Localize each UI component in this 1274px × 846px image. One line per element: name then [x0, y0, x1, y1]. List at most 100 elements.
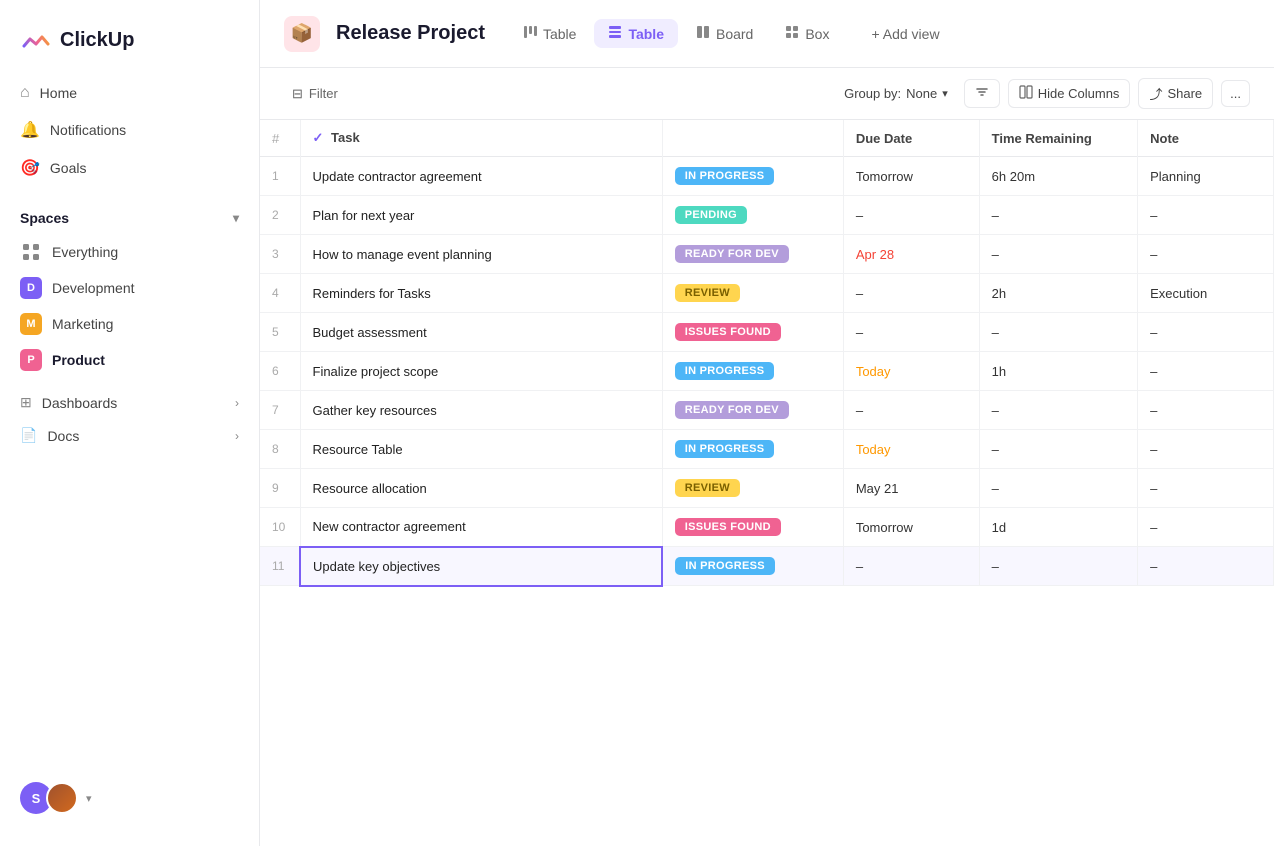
table-row[interactable]: 3 How to manage event planning READY FOR… [260, 235, 1274, 274]
cell-task[interactable]: Gather key resources [300, 391, 662, 430]
development-avatar: D [20, 277, 42, 299]
main-content: 📦 Release Project Table Table Board [260, 0, 1274, 846]
cell-num: 7 [260, 391, 300, 430]
sidebar-item-home[interactable]: ⌂ Home [8, 76, 251, 110]
cell-due: Tomorrow [843, 157, 979, 196]
cell-task[interactable]: Resource Table [300, 430, 662, 469]
cell-num: 1 [260, 157, 300, 196]
cell-task[interactable]: Budget assessment [300, 313, 662, 352]
cell-time: – [979, 391, 1137, 430]
product-avatar: P [20, 349, 42, 371]
tab-table[interactable]: Table [594, 19, 678, 48]
cell-task[interactable]: Plan for next year [300, 196, 662, 235]
filter-icon: ⊟ [292, 86, 303, 102]
col-time-remaining[interactable]: Time Remaining [979, 120, 1137, 157]
cell-time: 1d [979, 508, 1137, 547]
cell-note: – [1138, 313, 1274, 352]
cell-due: – [843, 274, 979, 313]
cell-task[interactable]: Update contractor agreement [300, 157, 662, 196]
board-view-label: Board [716, 26, 753, 42]
table-row[interactable]: 7 Gather key resources READY FOR DEV – –… [260, 391, 1274, 430]
spaces-header[interactable]: Spaces ▾ [8, 202, 251, 234]
group-by-button[interactable]: Group by: None ▾ [836, 82, 956, 105]
marketing-label: Marketing [52, 316, 113, 332]
more-options-button[interactable]: ... [1221, 80, 1250, 107]
tab-board[interactable]: Table [509, 19, 590, 48]
cell-num: 6 [260, 352, 300, 391]
cell-time: 2h [979, 274, 1137, 313]
goals-icon: 🎯 [20, 158, 40, 178]
table-row[interactable]: 10 New contractor agreement ISSUES FOUND… [260, 508, 1274, 547]
everything-label: Everything [52, 244, 118, 260]
cell-status: PENDING [662, 196, 843, 235]
filter-label: Filter [309, 86, 338, 101]
status-badge: IN PROGRESS [675, 440, 775, 458]
table-row[interactable]: 4 Reminders for Tasks REVIEW – 2h Execut… [260, 274, 1274, 313]
col-due-date[interactable]: Due Date [843, 120, 979, 157]
cell-due: – [843, 547, 979, 586]
table-row[interactable]: 2 Plan for next year PENDING – – – [260, 196, 1274, 235]
cell-status: READY FOR DEV [662, 391, 843, 430]
spaces-chevron-icon: ▾ [233, 211, 239, 225]
development-label: Development [52, 280, 135, 296]
spaces-label: Spaces [20, 210, 69, 226]
sort-button[interactable] [964, 79, 1000, 108]
col-note[interactable]: Note [1138, 120, 1274, 157]
cell-task[interactable]: Finalize project scope [300, 352, 662, 391]
cell-num: 4 [260, 274, 300, 313]
hide-columns-button[interactable]: Hide Columns [1008, 79, 1131, 108]
sidebar-item-docs[interactable]: 📄 Docs › [8, 419, 251, 452]
cell-status: REVIEW [662, 469, 843, 508]
cell-num: 3 [260, 235, 300, 274]
sidebar-bottom-section: ⊞ Dashboards › 📄 Docs › [0, 386, 259, 452]
sidebar-item-dashboards[interactable]: ⊞ Dashboards › [8, 386, 251, 419]
sidebar-item-development[interactable]: D Development [8, 270, 251, 306]
filter-button[interactable]: ⊟ Filter [284, 82, 346, 106]
table-row[interactable]: 8 Resource Table IN PROGRESS Today – – [260, 430, 1274, 469]
cell-task[interactable]: New contractor agreement [300, 508, 662, 547]
cell-num: 10 [260, 508, 300, 547]
cell-note: Execution [1138, 274, 1274, 313]
user-menu[interactable]: S ▾ [20, 782, 92, 814]
view-tabs: Table Table Board Box [509, 19, 843, 48]
cell-due: Today [843, 430, 979, 469]
sidebar-footer: S ▾ [0, 766, 259, 830]
cell-due: Today [843, 352, 979, 391]
add-view-button[interactable]: + Add view [859, 20, 951, 48]
tab-board-view[interactable]: Board [682, 19, 767, 48]
sidebar-item-goals[interactable]: 🎯 Goals [8, 150, 251, 186]
status-badge: READY FOR DEV [675, 245, 789, 263]
sidebar-item-notifications[interactable]: 🔔 Notifications [8, 112, 251, 148]
cell-task[interactable]: Reminders for Tasks [300, 274, 662, 313]
task-check-icon: ✓ [313, 130, 324, 145]
cell-task[interactable]: How to manage event planning [300, 235, 662, 274]
col-task[interactable]: ✓ Task [300, 120, 662, 157]
table-icon [608, 25, 622, 42]
cell-due: Apr 28 [843, 235, 979, 274]
table-row[interactable]: 1 Update contractor agreement IN PROGRES… [260, 157, 1274, 196]
cell-num: 2 [260, 196, 300, 235]
logo-area: ClickUp [0, 16, 259, 76]
cell-task[interactable]: Update key objectives [300, 547, 662, 586]
table-row[interactable]: 11 Update key objectives IN PROGRESS – –… [260, 547, 1274, 586]
box-view-label: Box [805, 26, 829, 42]
bell-icon: 🔔 [20, 120, 40, 140]
share-icon: ⤴ [1149, 84, 1162, 103]
share-button[interactable]: ⤴ Share [1138, 78, 1213, 109]
col-status [662, 120, 843, 157]
sidebar-item-product[interactable]: P Product [8, 342, 251, 378]
sidebar-item-goals-label: Goals [50, 160, 87, 176]
cell-status: REVIEW [662, 274, 843, 313]
table-row[interactable]: 6 Finalize project scope IN PROGRESS Tod… [260, 352, 1274, 391]
home-icon: ⌂ [20, 84, 30, 102]
tab-box[interactable]: Box [771, 19, 843, 48]
table-row[interactable]: 5 Budget assessment ISSUES FOUND – – – [260, 313, 1274, 352]
task-table-container: # ✓ Task Due Date Time Remaining Note 1 … [260, 120, 1274, 846]
table-row[interactable]: 9 Resource allocation REVIEW May 21 – – [260, 469, 1274, 508]
cell-task[interactable]: Resource allocation [300, 469, 662, 508]
sidebar-item-everything[interactable]: Everything [8, 234, 251, 270]
cell-due: Tomorrow [843, 508, 979, 547]
sidebar-item-marketing[interactable]: M Marketing [8, 306, 251, 342]
product-label: Product [52, 352, 105, 368]
sort-icon [975, 85, 989, 102]
